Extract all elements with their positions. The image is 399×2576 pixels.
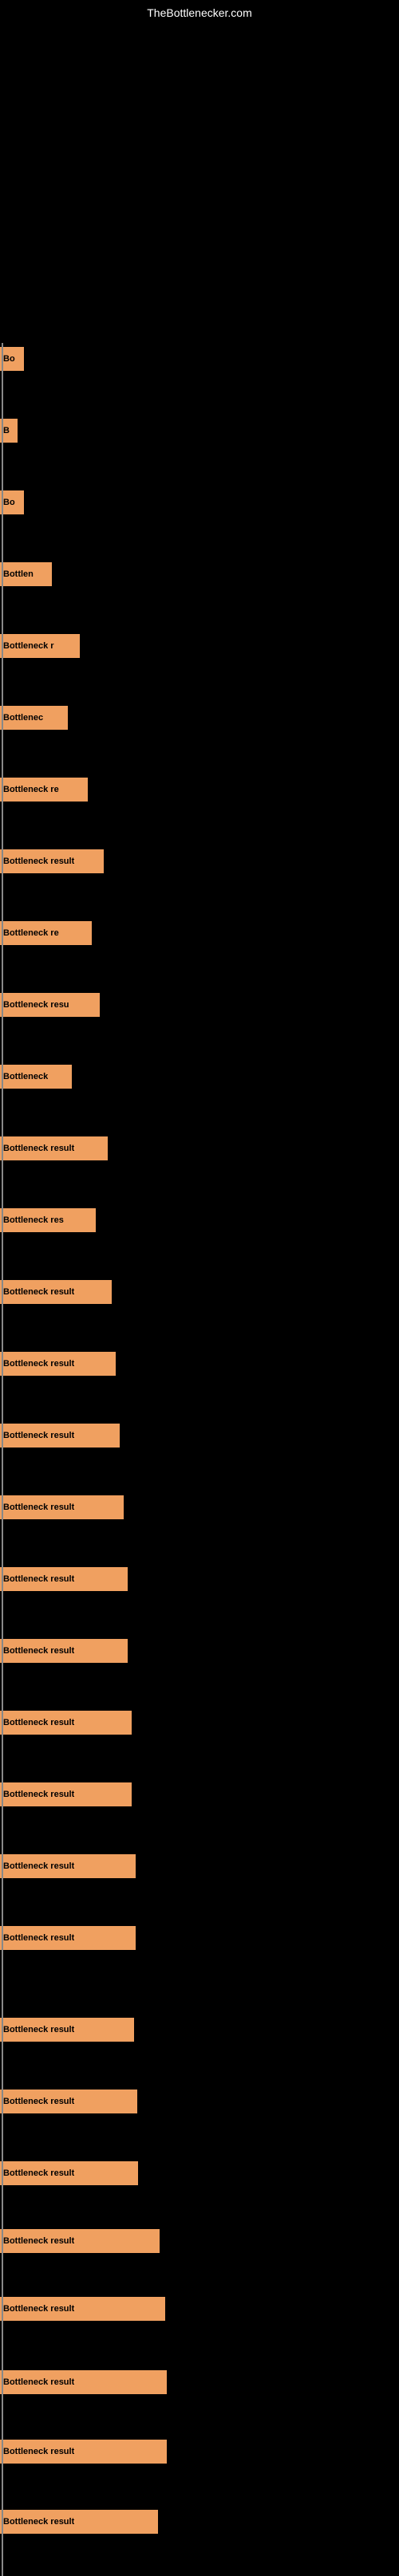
bar-label: Bottleneck result <box>3 2377 74 2387</box>
bar-label: Bottleneck result <box>3 1718 74 1727</box>
bar-label: Bo <box>3 498 15 507</box>
bar-item: Bottleneck result <box>0 1926 136 1950</box>
bar-item: Bottleneck result <box>0 2161 138 2185</box>
bar-label: Bottleneck result <box>3 2025 74 2034</box>
bar-item: Bottleneck result <box>0 1854 136 1878</box>
bar-label: Bottleneck result <box>3 1431 74 1440</box>
bar-item: Bottleneck result <box>0 1280 112 1304</box>
bar-label: B <box>3 426 10 435</box>
bar-item: Bo <box>0 347 24 371</box>
bar-label: Bottleneck result <box>3 1790 74 1799</box>
bar-item: Bo <box>0 490 24 514</box>
bar-item: Bottleneck result <box>0 2510 158 2534</box>
bar-item: Bottleneck result <box>0 2440 167 2464</box>
bar-item: Bottleneck result <box>0 1424 120 1448</box>
bar-item: Bottleneck result <box>0 1567 128 1591</box>
bar-label: Bottleneck r <box>3 641 54 651</box>
bar-label: Bottleneck result <box>3 2304 74 2314</box>
bar-label: Bottleneck result <box>3 2236 74 2246</box>
bar-label: Bottleneck re <box>3 928 59 938</box>
bar-label: Bottleneck result <box>3 1287 74 1297</box>
vertical-axis-line <box>2 343 3 2576</box>
bar-item: Bottleneck res <box>0 1208 96 1232</box>
bar-item: Bottleneck result <box>0 2090 137 2113</box>
bar-label: Bottlen <box>3 569 34 579</box>
bar-item: Bottleneck result <box>0 2297 165 2321</box>
bar-label: Bottleneck result <box>3 2447 74 2456</box>
bar-label: Bottleneck result <box>3 1359 74 1369</box>
bar-item: Bottleneck result <box>0 2229 160 2253</box>
bar-label: Bottleneck re <box>3 785 59 794</box>
bar-item: Bottleneck result <box>0 2370 167 2394</box>
bar-item: Bottleneck <box>0 1065 72 1089</box>
bar-label: Bottleneck result <box>3 1574 74 1584</box>
bar-item: Bottleneck re <box>0 921 92 945</box>
bar-item: Bottleneck result <box>0 1711 132 1735</box>
bar-item: Bottleneck result <box>0 1136 108 1160</box>
bar-label: Bottleneck result <box>3 1861 74 1871</box>
bar-item: Bottleneck result <box>0 1495 124 1519</box>
bar-item: Bottleneck result <box>0 2018 134 2042</box>
bar-label: Bottleneck result <box>3 2097 74 2106</box>
bar-label: Bottleneck <box>3 1072 48 1081</box>
bar-label: Bottleneck result <box>3 2517 74 2527</box>
bar-item: Bottleneck result <box>0 1352 116 1376</box>
bar-label: Bottleneck result <box>3 1503 74 1512</box>
bar-label: Bottleneck resu <box>3 1000 69 1010</box>
bar-item: Bottleneck result <box>0 849 104 873</box>
bar-label: Bottleneck result <box>3 2168 74 2178</box>
bar-label: Bo <box>3 354 15 364</box>
bar-label: Bottleneck result <box>3 857 74 866</box>
bar-label: Bottlenec <box>3 713 43 723</box>
site-title: TheBottlenecker.com <box>147 6 252 19</box>
bar-label: Bottleneck result <box>3 1144 74 1153</box>
bar-item: Bottlen <box>0 562 52 586</box>
bar-item: Bottleneck resu <box>0 993 100 1017</box>
bar-item: Bottleneck re <box>0 778 88 802</box>
bar-item: Bottlenec <box>0 706 68 730</box>
bar-label: Bottleneck result <box>3 1933 74 1943</box>
bar-label: Bottleneck res <box>3 1215 64 1225</box>
bar-item: Bottleneck result <box>0 1639 128 1663</box>
bar-label: Bottleneck result <box>3 1646 74 1656</box>
bar-item: Bottleneck r <box>0 634 80 658</box>
bar-item: Bottleneck result <box>0 1782 132 1806</box>
